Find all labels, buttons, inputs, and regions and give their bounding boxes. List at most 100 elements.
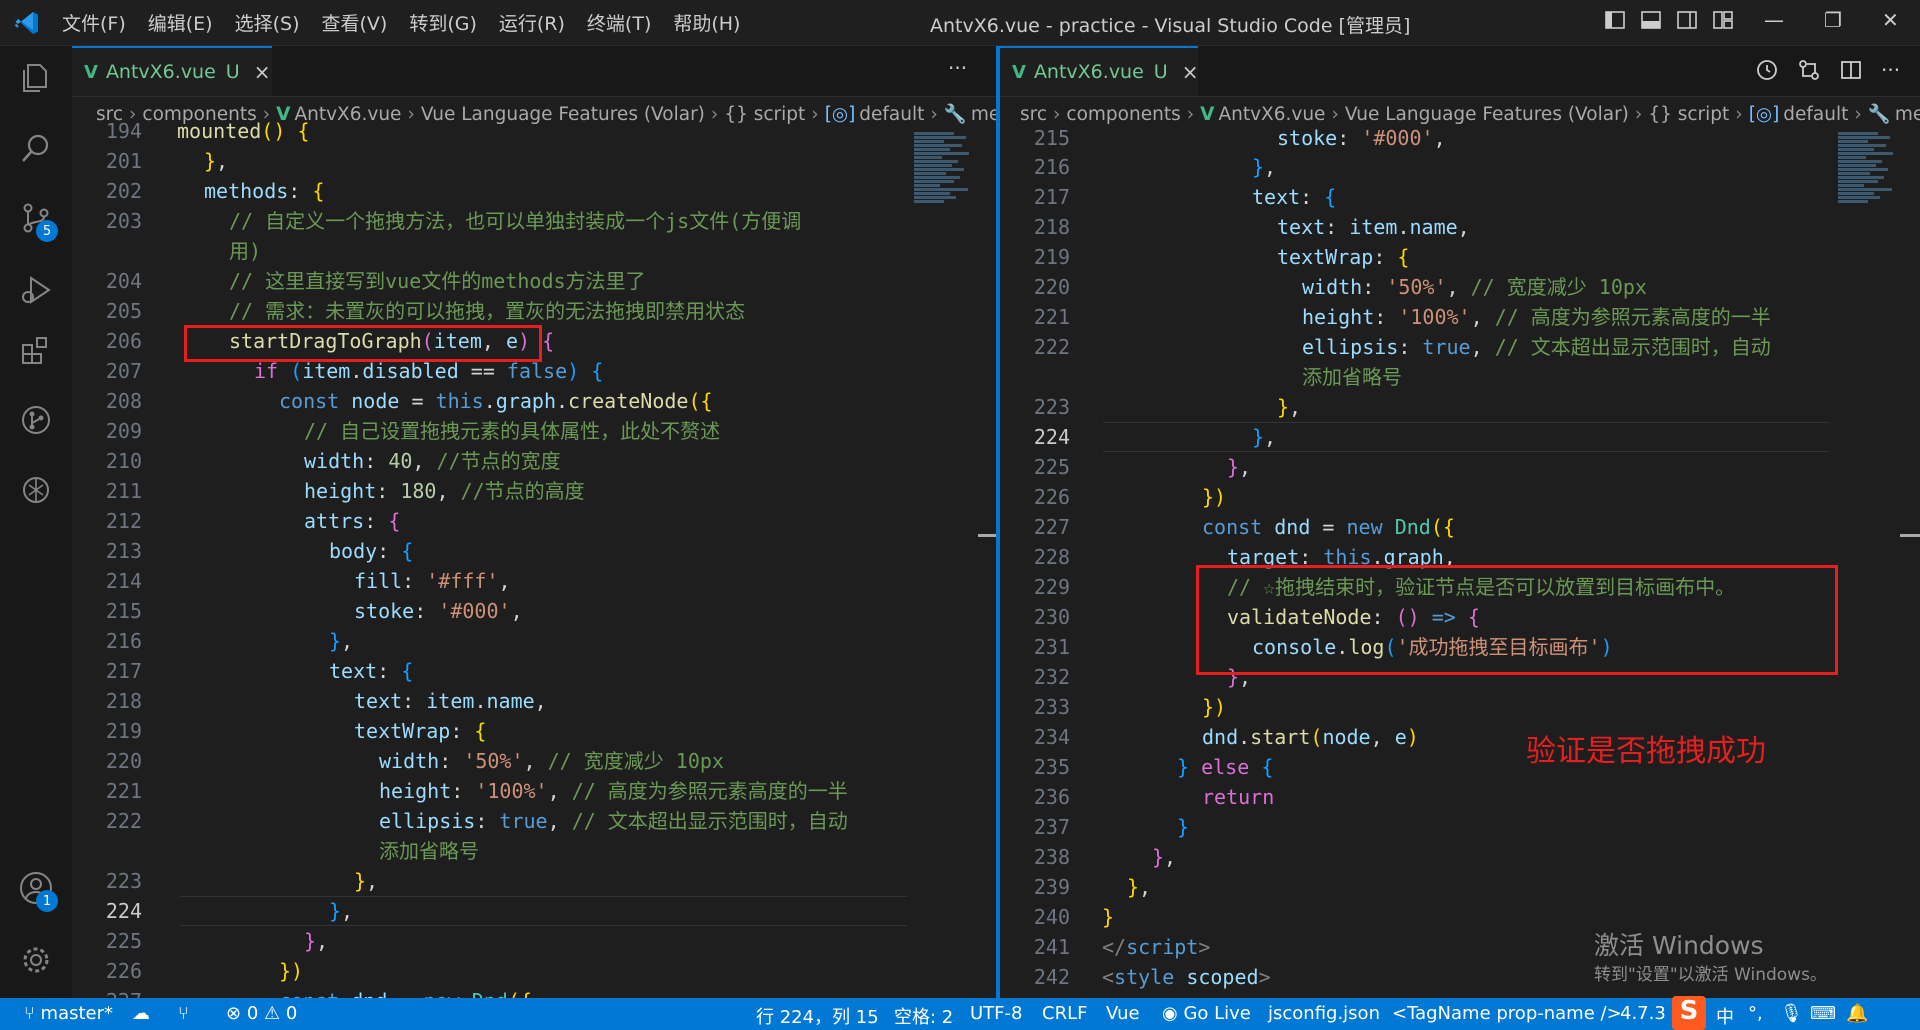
- sync-icon[interactable]: ☁: [132, 1003, 150, 1024]
- current-line-highlight: [1103, 422, 1829, 452]
- annotation-label: 验证是否拖拽成功: [1526, 734, 1766, 769]
- breadcrumb-volar[interactable]: Vue Language Features (Volar): [421, 104, 705, 125]
- keyboard-icon[interactable]: ⌨: [1810, 1003, 1836, 1024]
- window-title: AntvX6.vue - practice - Visual Studio Co…: [930, 15, 1411, 37]
- scm-badge: 5: [36, 220, 58, 242]
- breadcrumb-method[interactable]: meth: [971, 104, 998, 125]
- breadcrumb-volar[interactable]: Vue Language Features (Volar): [1345, 104, 1629, 125]
- error-count: 0: [246, 1003, 259, 1024]
- encoding[interactable]: UTF-8: [970, 1003, 1022, 1024]
- branch-status[interactable]: ⑂ master*: [24, 1003, 113, 1024]
- breadcrumb-default[interactable]: default: [1783, 104, 1848, 125]
- split-editor-icon[interactable]: [1839, 58, 1863, 82]
- vue-file-icon: V: [1012, 61, 1026, 83]
- more-actions-icon[interactable]: ···: [1881, 58, 1900, 82]
- customize-layout-icon[interactable]: [1712, 9, 1734, 31]
- tab-untracked-status: U: [225, 61, 240, 83]
- breadcrumb-default[interactable]: default: [859, 104, 924, 125]
- account-badge: 1: [36, 890, 58, 912]
- menu-view[interactable]: 查看(V): [322, 9, 388, 36]
- annotation-box-validate: [1196, 565, 1838, 675]
- chatgpt-icon[interactable]: [14, 468, 58, 512]
- branch-name: master*: [40, 1003, 114, 1024]
- annotation-box-start-drag: [184, 325, 542, 362]
- extensions-icon[interactable]: [14, 328, 58, 372]
- git-graph-icon[interactable]: [14, 398, 58, 442]
- microphone-icon[interactable]: 🎙: [1780, 1003, 1803, 1024]
- jsconfig-status[interactable]: jsconfig.json: [1268, 1003, 1380, 1024]
- menu-go[interactable]: 转到(G): [409, 9, 477, 36]
- breadcrumb-method[interactable]: meth: [1895, 104, 1920, 125]
- go-live-button[interactable]: ◉ Go Live: [1162, 1003, 1251, 1024]
- method-icon: 🔧: [943, 104, 967, 125]
- open-changes-icon[interactable]: [1797, 58, 1821, 82]
- left-editor-group: V AntvX6.vue U × ··· src › components › VA…: [72, 46, 998, 998]
- menu-file[interactable]: 文件(F): [62, 9, 126, 36]
- tab-close-icon[interactable]: ×: [1182, 60, 1199, 84]
- vue-file-icon: V: [1200, 103, 1215, 125]
- scrollbar-thumb[interactable]: [1900, 534, 1920, 537]
- sogou-ime-icon[interactable]: S: [1672, 996, 1706, 1030]
- activity-bar: 5 1: [0, 46, 73, 998]
- eol[interactable]: CRLF: [1042, 1003, 1087, 1024]
- left-tab-bar: V AntvX6.vue U × ···: [72, 46, 998, 97]
- vue-file-icon: V: [84, 61, 98, 83]
- language-mode[interactable]: Vue: [1106, 1003, 1140, 1024]
- right-editor-group: V AntvX6.vue U × ··· src › components › VA…: [1000, 46, 1920, 998]
- tab-file-name: AntvX6.vue: [105, 61, 216, 83]
- module-icon: [◎]: [1748, 103, 1780, 125]
- windows-activation-watermark: 激活 Windows: [1594, 931, 1764, 960]
- breadcrumb-file[interactable]: AntvX6.vue: [1218, 104, 1325, 125]
- scrollbar-thumb[interactable]: [978, 534, 998, 537]
- explorer-icon[interactable]: [14, 56, 58, 100]
- toggle-secondary-sidebar-icon[interactable]: [1676, 9, 1698, 31]
- problems-status[interactable]: ⊗ 0 ⚠ 0: [226, 1003, 297, 1024]
- right-breadcrumb: src › components › V AntvX6.vue › Vue Langua…: [1000, 97, 1920, 131]
- go-live-label: Go Live: [1183, 1003, 1251, 1024]
- menu-run[interactable]: 运行(R): [499, 9, 565, 36]
- menu-help[interactable]: 帮助(H): [673, 9, 740, 36]
- toggle-primary-sidebar-icon[interactable]: [1604, 9, 1626, 31]
- breadcrumb-file[interactable]: AntvX6.vue: [294, 104, 401, 125]
- windows-activation-hint: 转到"设置"以激活 Windows。: [1594, 965, 1827, 985]
- run-debug-icon[interactable]: [14, 268, 58, 312]
- ime-mode[interactable]: 中: [1716, 1003, 1734, 1029]
- right-tab-antvx6[interactable]: V AntvX6.vue U ×: [1000, 46, 1198, 96]
- search-icon[interactable]: [14, 126, 58, 170]
- left-minimap[interactable]: [914, 131, 974, 311]
- tagname-status[interactable]: <TagName prop-name />: [1392, 1003, 1622, 1024]
- source-control-icon[interactable]: 5: [14, 196, 58, 242]
- tab-untracked-status: U: [1153, 61, 1168, 83]
- warning-count: 0: [285, 1003, 298, 1024]
- menu-terminal[interactable]: 终端(T): [587, 9, 651, 36]
- menu-edit[interactable]: 编辑(E): [148, 9, 213, 36]
- toggle-panel-icon[interactable]: [1640, 9, 1662, 31]
- git-graph-status-icon[interactable]: ⑂: [178, 1003, 189, 1024]
- current-line-highlight: [180, 896, 907, 926]
- timeline-icon[interactable]: [1755, 58, 1779, 82]
- close-window-icon[interactable]: ✕: [1882, 8, 1899, 32]
- tab-file-name: AntvX6.vue: [1033, 61, 1144, 83]
- indentation[interactable]: 空格: 2: [894, 1003, 953, 1029]
- breadcrumb-src[interactable]: src: [1020, 104, 1047, 125]
- ts-version[interactable]: 4.7.3: [1620, 1003, 1666, 1024]
- status-bar: ⑂ master* ☁ ⑂ ⊗ 0 ⚠ 0 行 224，列 15 空格: 2 U…: [0, 996, 1920, 1030]
- right-minimap[interactable]: [1838, 131, 1898, 311]
- cursor-position[interactable]: 行 224，列 15: [756, 1003, 879, 1029]
- method-icon: 🔧: [1867, 104, 1891, 125]
- notifications-icon[interactable]: 🔔: [1846, 1003, 1868, 1024]
- more-actions-icon[interactable]: ···: [948, 56, 967, 80]
- left-tab-antvx6[interactable]: V AntvX6.vue U ×: [72, 46, 272, 96]
- accounts-icon[interactable]: 1: [14, 866, 58, 912]
- punctuation-icon[interactable]: °,: [1748, 1003, 1763, 1024]
- restore-icon[interactable]: ❐: [1824, 8, 1842, 32]
- breadcrumb-script[interactable]: {} script: [1648, 104, 1729, 125]
- settings-gear-icon[interactable]: [14, 938, 58, 982]
- right-tab-bar: V AntvX6.vue U × ···: [1000, 46, 1920, 97]
- tab-close-icon[interactable]: ×: [254, 60, 271, 84]
- minimize-icon[interactable]: —: [1764, 8, 1784, 32]
- breadcrumb-components[interactable]: components: [1066, 104, 1180, 125]
- breadcrumb-script[interactable]: {} script: [724, 104, 805, 125]
- menu-selection[interactable]: 选择(S): [235, 9, 300, 36]
- title-bar: 文件(F) 编辑(E) 选择(S) 查看(V) 转到(G) 运行(R) 终端(T…: [0, 0, 1920, 46]
